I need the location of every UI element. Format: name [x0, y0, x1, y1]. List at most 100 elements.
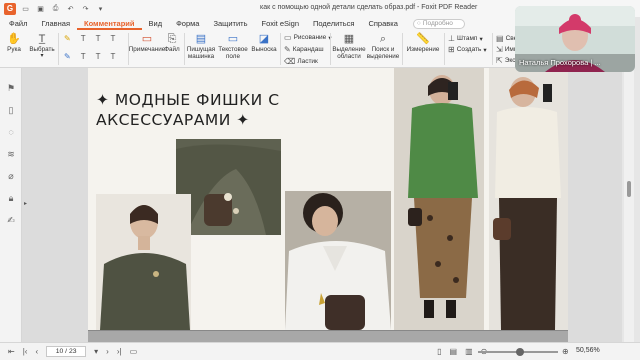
video-call-tile[interactable]: Наталья Прохорова | ...: [515, 6, 635, 72]
open-icon[interactable]: ▭: [20, 3, 31, 14]
callout-button[interactable]: ◪ Выноска: [250, 33, 278, 53]
replace-text-icon[interactable]: T: [81, 52, 86, 61]
menu-protect[interactable]: Защитить: [206, 17, 254, 30]
comments-icon[interactable]: ◌: [5, 126, 17, 138]
drawing-dropdown[interactable]: ▭ Рисование ▾: [284, 33, 332, 42]
fit-page-icon[interactable]: ▭: [130, 347, 138, 356]
search-input[interactable]: ○ Подробно: [412, 18, 465, 29]
security-icon[interactable]: 🔒︎: [5, 192, 17, 204]
eraser-label: Ластик: [297, 58, 318, 65]
stamp-dropdown[interactable]: ⊥ Штамп ▾: [448, 34, 483, 43]
text-insert-icon[interactable]: T: [110, 34, 115, 43]
note-button[interactable]: ▭ Примечание: [129, 33, 165, 53]
foxit-window: G ▭ ▣ ⎙ ↶ ↷ ▾ как с помощью одной детали…: [0, 0, 640, 360]
area-highlight-icon: ▦: [343, 33, 355, 45]
menu-home[interactable]: Главная: [34, 17, 77, 30]
pencil-label: Карандаш: [292, 46, 324, 53]
zoom-value[interactable]: 50,56%: [576, 347, 600, 354]
paperclip-icon: ⎘: [167, 33, 177, 45]
save-icon[interactable]: ▣: [35, 3, 46, 14]
eraser-icon: ⌫: [284, 57, 296, 66]
ribbon-separator: [402, 33, 403, 65]
page-dropdown-icon[interactable]: ▾: [94, 347, 98, 356]
chevron-down-icon: ▾: [483, 46, 487, 54]
menu-form[interactable]: Форма: [169, 17, 206, 30]
undo-icon[interactable]: ↶: [65, 3, 76, 14]
menu-view[interactable]: Вид: [142, 17, 170, 30]
foxit-logo: G: [4, 2, 16, 15]
create-icon: ⊞: [448, 45, 455, 54]
menu-comment[interactable]: Комментарий: [77, 17, 142, 30]
document-view[interactable]: ✦ МОДНЫЕ ФИШКИ С АКСЕССУАРАМИ ✦: [22, 68, 622, 342]
bookmark-icon[interactable]: ⚑: [5, 82, 17, 94]
scrollbar-thumb[interactable]: [627, 181, 631, 197]
measure-label: Измерение: [406, 46, 440, 53]
first-page-icon[interactable]: |‹: [23, 347, 28, 356]
menu-file[interactable]: Файл: [2, 17, 34, 30]
print-icon[interactable]: ⎙: [50, 3, 61, 14]
file-attach-button[interactable]: ⎘ Файл: [162, 33, 182, 53]
ribbon-separator: [492, 33, 493, 65]
note-icon: ▭: [141, 33, 153, 45]
typewriter-button[interactable]: ▤ Пишущая машинка: [186, 33, 216, 60]
insert-text-icon[interactable]: T: [110, 52, 115, 61]
stamp-label: Штамп: [456, 35, 478, 42]
zoom-in-icon[interactable]: ⊕: [562, 347, 569, 356]
participant-name: Наталья Прохорова | ...: [519, 58, 601, 67]
eraser-button[interactable]: ⌫ Ластик: [284, 57, 318, 66]
navigation-sidebar: ⚑ ▯ ◌ ≋ ⌀ 🔒︎ ✍︎: [0, 68, 22, 342]
layers-icon[interactable]: ≋: [5, 148, 17, 160]
ribbon-comment: ✋ Рука T̲ Выбрать ▾ ✎ T T T ✎ T T T ▭ Пр…: [0, 30, 523, 68]
next-page-icon[interactable]: ›: [106, 347, 109, 356]
select-tool-button[interactable]: T̲ Выбрать ▾: [28, 33, 56, 60]
hand-tool-button[interactable]: ✋ Рука: [4, 33, 24, 53]
previous-page-icon[interactable]: ‹: [35, 347, 38, 356]
typewriter-icon: ▤: [195, 33, 207, 45]
area-highlight-label: Выделение области: [332, 46, 366, 60]
photo-white-shirt-brooch: [285, 191, 391, 330]
menu-bar: Файл Главная Комментарий Вид Форма Защит…: [0, 17, 515, 30]
underline-icon[interactable]: T: [96, 52, 101, 61]
single-page-view-icon[interactable]: ▯: [437, 347, 441, 356]
last-page-icon[interactable]: ›|: [117, 347, 122, 356]
file-label: Файл: [164, 46, 180, 53]
menu-help[interactable]: Справка: [361, 17, 404, 30]
collapse-arrow-icon[interactable]: ▸: [24, 200, 27, 207]
squiggly-icon[interactable]: ✎: [64, 52, 71, 61]
text-strike-icon[interactable]: T: [96, 34, 101, 43]
callout-icon: ◪: [258, 33, 270, 45]
photo-brooch-closeup: [176, 139, 281, 235]
two-page-view-icon[interactable]: ▥: [465, 347, 473, 356]
highlighter-icon[interactable]: ✎: [64, 34, 71, 43]
ribbon-separator: [184, 33, 185, 65]
hand-label: Рука: [7, 46, 21, 53]
status-bar: ⇤ |‹ ‹ 10 / 23 ▾ › ›| ▭ ▯ ▤ ▥ ⊖ ⊕ 50,56%: [0, 342, 640, 360]
text-underline-icon[interactable]: T: [81, 34, 86, 43]
chevron-down-icon[interactable]: ▾: [95, 3, 106, 14]
export-icon: ⇱: [496, 56, 503, 65]
attachments-icon[interactable]: ⌀: [5, 170, 17, 182]
ribbon-separator: [58, 33, 59, 65]
menu-esign[interactable]: Foxit eSign: [255, 17, 307, 30]
menu-share[interactable]: Поделиться: [306, 17, 361, 30]
area-highlight-button[interactable]: ▦ Выделение области: [332, 33, 366, 60]
zoom-slider-knob[interactable]: [516, 348, 524, 356]
redo-icon[interactable]: ↷: [80, 3, 91, 14]
vertical-scrollbar[interactable]: [624, 68, 634, 342]
pencil-icon: ✎: [284, 45, 291, 54]
signatures-icon[interactable]: ✍︎: [5, 214, 17, 226]
next-page-edge: [88, 330, 568, 342]
pencil-button[interactable]: ✎ Карандаш: [284, 45, 324, 54]
scroll-left-icon[interactable]: ⇤: [8, 347, 15, 356]
slide-title: ✦ МОДНЫЕ ФИШКИ С АКСЕССУАРАМИ ✦: [96, 90, 296, 130]
page-number-field[interactable]: 10 / 23: [46, 346, 87, 357]
zoom-slider[interactable]: [478, 348, 558, 356]
text-box-icon: ▭: [227, 33, 239, 45]
text-field-button[interactable]: ▭ Текстовое поле: [218, 33, 248, 60]
pages-icon[interactable]: ▯: [5, 104, 17, 116]
continuous-view-icon[interactable]: ▤: [450, 347, 458, 356]
measure-button[interactable]: 📏 Измерение: [404, 33, 442, 53]
shapes-icon: ▭: [284, 33, 292, 42]
create-dropdown[interactable]: ⊞ Создать ▾: [448, 45, 487, 54]
search-highlight-button[interactable]: ⌕ Поиск и выделение: [366, 33, 400, 60]
